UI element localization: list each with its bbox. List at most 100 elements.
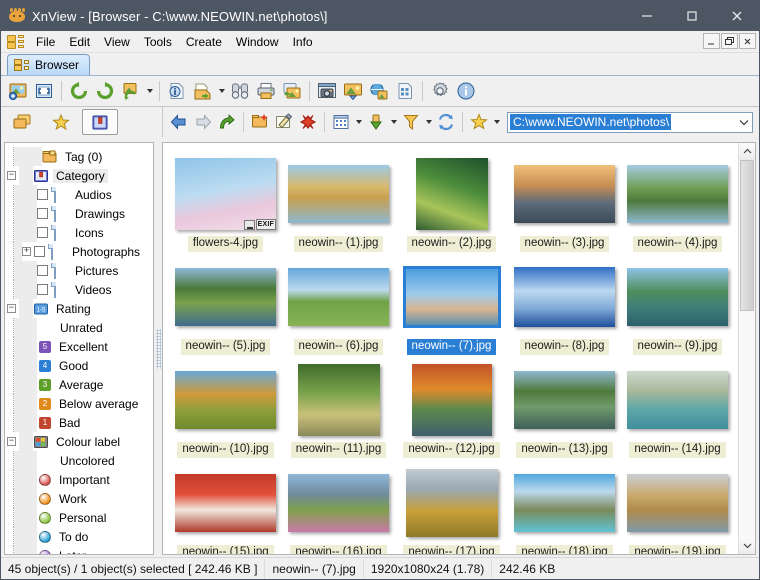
tree-node-personal[interactable]: Personal <box>5 508 153 527</box>
menu-info[interactable]: Info <box>286 33 320 51</box>
menu-view[interactable]: View <box>97 33 137 51</box>
menu-create[interactable]: Create <box>179 33 229 51</box>
mdi-close-button[interactable] <box>739 33 756 49</box>
contact-sheet-button[interactable] <box>392 78 418 104</box>
tree-checkbox[interactable] <box>37 208 48 219</box>
tree-node-below-average[interactable]: 2Below average <box>5 394 153 413</box>
thumbnail-image[interactable] <box>406 269 498 325</box>
thumbnail-caption[interactable]: neowin-- (7).jpg <box>407 339 497 355</box>
forward-button[interactable] <box>191 109 215 135</box>
thumbnail-image-wrap[interactable] <box>282 464 395 542</box>
web-page-button[interactable] <box>366 78 392 104</box>
thumbnail-image-wrap[interactable] <box>621 361 734 439</box>
thumbnail-image[interactable]: EXIF <box>175 158 276 230</box>
thumbnail-image[interactable] <box>412 364 492 436</box>
sort-button[interactable] <box>364 109 388 135</box>
tree-node-category[interactable]: −Category <box>5 166 153 185</box>
thumbnail-caption[interactable]: neowin-- (17).jpg <box>403 545 499 554</box>
sort-dropdown-arrow[interactable] <box>388 109 399 135</box>
thumbnail-caption[interactable]: neowin-- (3).jpg <box>520 236 610 252</box>
tree-expander[interactable]: − <box>7 304 16 313</box>
convert-dropdown-arrow[interactable] <box>144 78 155 104</box>
thumbnail-image[interactable] <box>406 469 498 537</box>
minimize-button[interactable] <box>624 1 669 31</box>
thumbnail-image-wrap[interactable] <box>508 361 621 439</box>
panel-splitter[interactable] <box>154 142 162 555</box>
settings-button[interactable] <box>427 78 453 104</box>
thumbnail-image-wrap[interactable] <box>282 361 395 439</box>
thumbnail-image-wrap[interactable] <box>508 464 621 542</box>
thumbnail-caption[interactable]: neowin-- (18).jpg <box>516 545 612 554</box>
menu-tools[interactable]: Tools <box>137 33 179 51</box>
tab-folders[interactable] <box>4 109 40 135</box>
tree-expander[interactable]: − <box>7 437 16 446</box>
slideshow-button[interactable] <box>340 78 366 104</box>
open-image-button[interactable] <box>5 78 31 104</box>
thumbnail-image-wrap[interactable] <box>621 155 734 233</box>
thumbnail-cell[interactable]: neowin-- (16).jpg <box>282 458 395 554</box>
tree-node-later[interactable]: Later <box>5 546 153 555</box>
tree-node-excellent[interactable]: 5Excellent <box>5 337 153 356</box>
batch-convert-button[interactable] <box>279 78 305 104</box>
tree-node-good[interactable]: 4Good <box>5 356 153 375</box>
thumbnail-grid[interactable]: EXIFflowers-4.jpgneowin-- (1).jpgneowin-… <box>163 143 738 554</box>
address-value[interactable]: C:\www.NEOWIN.net\photos\ <box>510 114 671 130</box>
mdi-restore-button[interactable] <box>721 33 738 49</box>
screen-capture-button[interactable] <box>314 78 340 104</box>
tree-node-videos[interactable]: Videos <box>5 280 153 299</box>
thumbnail-caption[interactable]: neowin-- (11).jpg <box>291 442 386 458</box>
find-button[interactable] <box>227 78 253 104</box>
up-button[interactable] <box>215 109 239 135</box>
tree-node-rating[interactable]: −1-5Rating <box>5 299 153 318</box>
thumbnail-image[interactable] <box>175 268 276 326</box>
tree-node-work[interactable]: Work <box>5 489 153 508</box>
thumbnail-image-wrap[interactable] <box>169 464 282 542</box>
thumbnail-image[interactable] <box>627 268 728 326</box>
thumbnail-cell[interactable]: EXIFflowers-4.jpg <box>169 149 282 252</box>
scrollbar-track[interactable] <box>739 160 755 537</box>
convert-button[interactable] <box>118 78 144 104</box>
tree-node-colour-label[interactable]: −Colour label <box>5 432 153 451</box>
thumbnail-cell[interactable]: neowin-- (13).jpg <box>508 355 621 458</box>
thumbnail-image[interactable] <box>175 474 276 532</box>
tree-checkbox[interactable] <box>37 227 48 238</box>
new-folder-button[interactable] <box>248 109 272 135</box>
thumbnail-image[interactable] <box>627 165 728 223</box>
thumbnail-image[interactable] <box>514 165 615 223</box>
thumbnail-cell[interactable]: neowin-- (3).jpg <box>508 149 621 252</box>
tree-node-drawings[interactable]: Drawings <box>5 204 153 223</box>
rotate-right-button[interactable] <box>92 78 118 104</box>
scroll-down-button[interactable] <box>739 537 755 554</box>
thumbnail-cell[interactable]: neowin-- (9).jpg <box>621 252 734 355</box>
thumbnail-image-wrap[interactable] <box>282 258 395 336</box>
thumbnail-caption[interactable]: neowin-- (6).jpg <box>294 339 384 355</box>
refresh-button[interactable] <box>434 109 458 135</box>
menu-edit[interactable]: Edit <box>62 33 97 51</box>
thumbnail-image[interactable] <box>298 364 380 436</box>
thumbnail-cell[interactable]: neowin-- (1).jpg <box>282 149 395 252</box>
tree-node-todo[interactable]: To do <box>5 527 153 546</box>
thumbnail-caption[interactable]: neowin-- (4).jpg <box>633 236 723 252</box>
thumbnail-cell[interactable]: neowin-- (10).jpg <box>169 355 282 458</box>
thumbnail-cell[interactable]: neowin-- (18).jpg <box>508 458 621 554</box>
thumbnail-cell[interactable]: neowin-- (6).jpg <box>282 252 395 355</box>
address-bar[interactable]: C:\www.NEOWIN.net\photos\ <box>507 112 753 133</box>
tree-node-average[interactable]: 3Average <box>5 375 153 394</box>
favorites-button[interactable] <box>467 109 491 135</box>
batch-rename-dropdown-arrow[interactable] <box>216 78 227 104</box>
thumbnail-cell[interactable]: neowin-- (17).jpg <box>395 458 508 554</box>
thumbnail-cell[interactable]: neowin-- (2).jpg <box>395 149 508 252</box>
thumbnail-caption[interactable]: neowin-- (2).jpg <box>407 236 497 252</box>
thumbnail-caption[interactable]: neowin-- (9).jpg <box>633 339 723 355</box>
tree-checkbox[interactable] <box>34 246 45 257</box>
view-mode-dropdown-arrow[interactable] <box>353 109 364 135</box>
thumbnail-cell[interactable]: neowin-- (14).jpg <box>621 355 734 458</box>
thumbnail-caption[interactable]: neowin-- (15).jpg <box>177 545 273 554</box>
thumbnail-cell[interactable]: neowin-- (15).jpg <box>169 458 282 554</box>
thumbnail-caption[interactable]: neowin-- (5).jpg <box>181 339 271 355</box>
thumbnail-image-wrap[interactable] <box>621 464 734 542</box>
tree-node-tag[interactable]: Tag (0) <box>5 147 153 166</box>
chevron-down-icon[interactable] <box>735 113 752 132</box>
thumbnail-caption[interactable]: neowin-- (12).jpg <box>403 442 499 458</box>
thumbnail-caption[interactable]: neowin-- (8).jpg <box>520 339 610 355</box>
